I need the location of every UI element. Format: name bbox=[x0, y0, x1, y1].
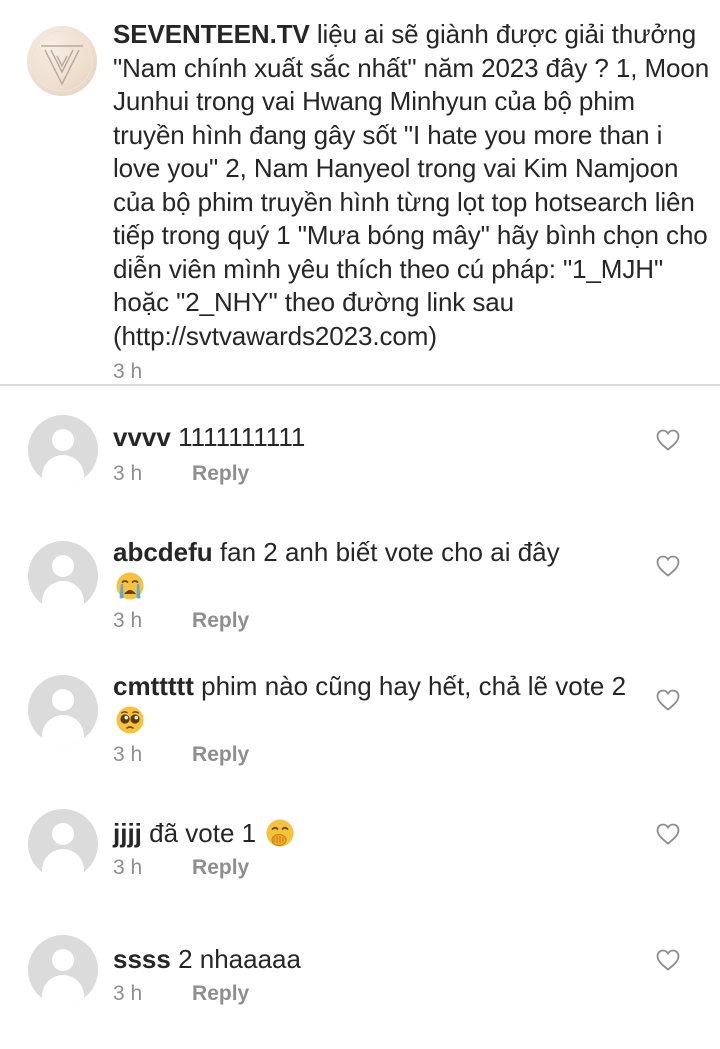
comment-username[interactable]: cmttttt bbox=[113, 671, 194, 701]
reply-button[interactable]: Reply bbox=[192, 743, 249, 766]
comment-timestamp: 3 h bbox=[113, 462, 143, 485]
comment-text: 2 nhaaaaa bbox=[178, 944, 301, 974]
channel-avatar[interactable] bbox=[27, 26, 97, 96]
post-timestamp: 3 h bbox=[113, 360, 143, 383]
avatar[interactable] bbox=[28, 935, 98, 1005]
comment-text: fan 2 anh biết vote cho ai đây bbox=[219, 537, 560, 567]
comment-username[interactable]: jjjj bbox=[113, 818, 142, 848]
comment-timestamp: 3 h bbox=[113, 609, 143, 632]
heart-icon[interactable] bbox=[656, 429, 680, 451]
heart-icon[interactable] bbox=[656, 689, 680, 711]
avatar[interactable] bbox=[28, 809, 98, 879]
post-username[interactable]: SEVENTEEN.TV bbox=[113, 19, 310, 49]
comment-text: phim nào cũng hay hết, chả lẽ vote 2 bbox=[201, 671, 627, 701]
reply-button[interactable]: Reply bbox=[192, 609, 249, 632]
comment-username[interactable]: ssss bbox=[113, 944, 171, 974]
comment-text: đã vote 1 bbox=[149, 818, 257, 848]
comment-username[interactable]: vvvv bbox=[113, 422, 171, 452]
reply-button[interactable]: Reply bbox=[192, 982, 249, 1005]
comment-timestamp: 3 h bbox=[113, 982, 143, 1005]
comment-text: 1111111111 bbox=[178, 422, 306, 452]
comment-timestamp: 3 h bbox=[113, 743, 143, 766]
reply-button[interactable]: Reply bbox=[192, 856, 249, 879]
avatar[interactable] bbox=[28, 675, 98, 745]
divider bbox=[0, 384, 720, 386]
pleading-face-icon bbox=[116, 706, 144, 734]
heart-icon[interactable] bbox=[656, 823, 680, 845]
post-caption-text: liệu ai sẽ giành được giải thưởng "Nam c… bbox=[113, 19, 710, 351]
avatar[interactable] bbox=[28, 541, 98, 611]
post-caption: SEVENTEEN.TV liệu ai sẽ giành được giải … bbox=[0, 0, 720, 384]
avatar[interactable] bbox=[28, 415, 98, 485]
heart-icon[interactable] bbox=[656, 949, 680, 971]
comment-username[interactable]: abcdefu bbox=[113, 537, 213, 567]
heart-icon[interactable] bbox=[656, 555, 680, 577]
comment-timestamp: 3 h bbox=[113, 856, 143, 879]
crying-face-icon bbox=[116, 572, 144, 600]
hand-over-mouth-face-icon bbox=[266, 819, 294, 847]
seventeen-logo-icon bbox=[31, 30, 93, 92]
reply-button[interactable]: Reply bbox=[192, 462, 249, 485]
